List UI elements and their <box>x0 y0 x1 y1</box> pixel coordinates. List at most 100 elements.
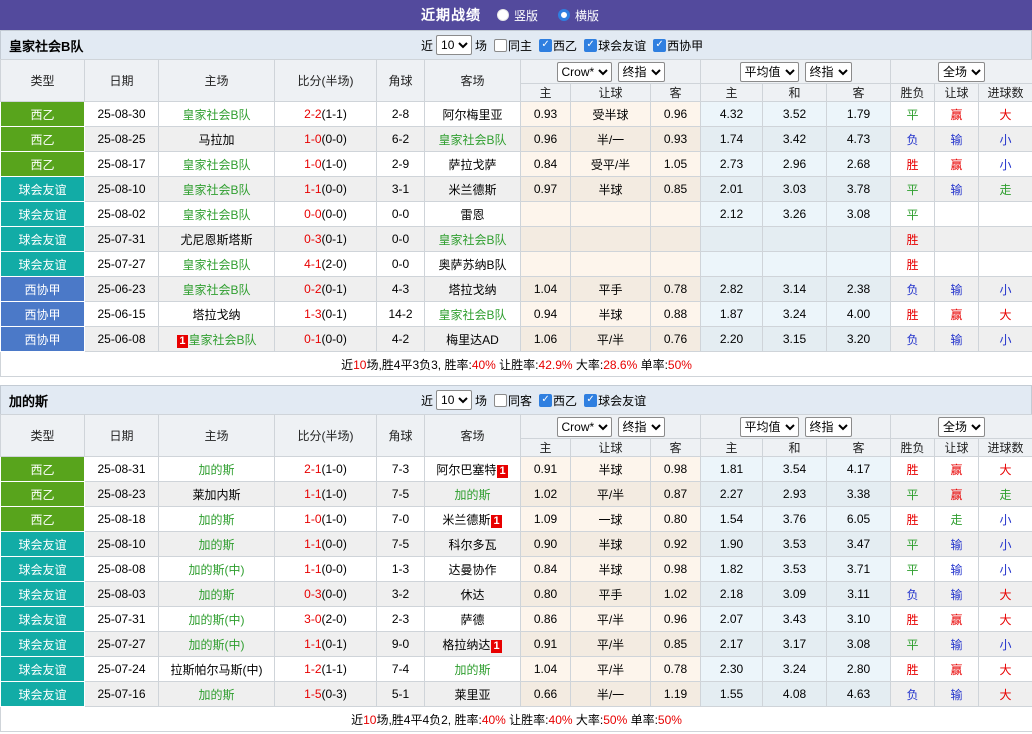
column-header: 角球 <box>376 414 425 457</box>
away-team[interactable]: 米兰德斯 <box>424 176 521 202</box>
header-select[interactable]: 终指 <box>617 416 665 437</box>
checkbox-checked-icon[interactable]: ✓ <box>584 393 598 407</box>
header-select[interactable]: Crow* <box>556 61 612 82</box>
home-team[interactable]: 加的斯(中) <box>158 606 275 632</box>
result-cell: 输 <box>934 126 980 152</box>
away-team[interactable]: 阿尔梅里亚 <box>424 101 521 127</box>
away-team[interactable]: 萨德 <box>424 606 521 632</box>
result-cell: 小 <box>978 326 1032 352</box>
home-team[interactable]: 皇家社会B队 <box>158 201 275 227</box>
match-type-badge: 西协甲 <box>0 301 85 327</box>
home-team[interactable]: 塔拉戈纳 <box>158 301 275 327</box>
checkbox-unchecked-icon[interactable] <box>494 393 508 407</box>
fulltime-score: 3-0 <box>304 612 322 626</box>
away-team[interactable]: 皇家社会B队 <box>424 226 521 252</box>
header-select[interactable]: 终指 <box>617 61 665 82</box>
away-team[interactable]: 皇家社会B队 <box>424 301 521 327</box>
filter-checkbox[interactable]: ✓ 西乙 <box>539 37 577 54</box>
away-team[interactable]: 萨拉戈萨 <box>424 151 521 177</box>
header-select[interactable]: Crow* <box>556 416 612 437</box>
halftime-score: (1-0) <box>321 487 347 501</box>
average-odds: 2.80 <box>826 656 892 682</box>
away-team[interactable]: 加的斯 <box>424 656 521 682</box>
result-cell: 小 <box>978 631 1032 657</box>
home-team[interactable]: 皇家社会B队 <box>158 151 275 177</box>
average-odds: 3.10 <box>826 606 892 632</box>
checkbox-unchecked-icon[interactable] <box>494 38 508 52</box>
home-team[interactable]: 莱加内斯 <box>158 481 275 507</box>
radio-unchecked-icon[interactable] <box>496 9 509 21</box>
recent-count-select[interactable]: 10 <box>436 35 473 55</box>
home-team[interactable]: 加的斯(中) <box>158 631 275 657</box>
match-date: 25-08-17 <box>84 151 159 177</box>
average-odds: 3.53 <box>762 531 828 557</box>
filter-checkbox[interactable]: ✓ 西乙 <box>539 392 577 409</box>
away-team[interactable]: 加的斯 <box>424 481 521 507</box>
result-cell: 胜 <box>890 226 936 252</box>
home-team[interactable]: 加的斯 <box>158 681 275 707</box>
team-name[interactable]: 加的斯 <box>9 391 48 410</box>
match-score: 2-1(1-0) <box>274 456 377 482</box>
average-odds: 6.05 <box>826 506 892 532</box>
header-select[interactable]: 平均值 <box>739 416 799 437</box>
checkbox-checked-icon[interactable]: ✓ <box>539 38 553 52</box>
away-team[interactable]: 塔拉戈纳 <box>424 276 521 302</box>
table-body: 西乙 25-08-30 皇家社会B队 2-2(1-1) 2-8 阿尔梅里亚 0.93 受半球 0… <box>0 101 1032 377</box>
home-team[interactable]: 皇家社会B队 <box>158 176 275 202</box>
result-cell: 负 <box>890 126 936 152</box>
header-select[interactable]: 全场 <box>938 416 986 437</box>
home-team[interactable]: 皇家社会B队 <box>158 101 275 127</box>
checkbox-checked-icon[interactable]: ✓ <box>539 393 553 407</box>
filter-checkbox[interactable]: ✓ 球会友谊 <box>584 37 646 54</box>
filter-checkbox[interactable]: ✓ 西协甲 <box>653 37 703 54</box>
away-team[interactable]: 休达 <box>424 581 521 607</box>
average-odds: 4.63 <box>826 681 892 707</box>
away-team[interactable]: 雷恩 <box>424 201 521 227</box>
home-team-name: 加的斯(中) <box>188 637 245 652</box>
handicap-odds: 0.85 <box>649 176 702 202</box>
home-team[interactable]: 1 皇家社会B队 <box>158 326 275 352</box>
radio-checked-icon[interactable] <box>558 9 570 21</box>
home-team[interactable]: 尤尼恩斯塔斯 <box>158 226 275 252</box>
average-odds: 1.87 <box>700 301 764 327</box>
home-team[interactable]: 加的斯(中) <box>158 556 275 582</box>
home-team[interactable]: 加的斯 <box>158 456 275 482</box>
home-team[interactable]: 加的斯 <box>158 506 275 532</box>
column-subheader: 主 <box>700 83 764 102</box>
header-select[interactable]: 全场 <box>938 61 986 82</box>
handicap-odds: 一球 <box>570 506 651 532</box>
away-team[interactable]: 梅里达AD <box>424 326 521 352</box>
layout-radio-vertical[interactable]: 竖版 <box>496 7 538 24</box>
corner-score: 9-0 <box>376 631 425 657</box>
match-row: 球会友谊 25-07-24 拉斯帕尔马斯(中) 1-2(1-1) 7-4 加的斯 1.04 平… <box>0 656 1032 682</box>
average-odds: 4.08 <box>762 681 828 707</box>
home-team[interactable]: 皇家社会B队 <box>158 276 275 302</box>
filter-checkbox[interactable]: 同主 <box>494 37 532 54</box>
away-team[interactable]: 格拉纳达 1 <box>424 631 521 657</box>
away-team[interactable]: 奥萨苏纳B队 <box>424 251 521 277</box>
header-select[interactable]: 终指 <box>804 416 852 437</box>
handicap-odds: 平/半 <box>570 481 651 507</box>
team-name[interactable]: 皇家社会B队 <box>9 36 83 55</box>
home-team[interactable]: 加的斯 <box>158 531 275 557</box>
away-team[interactable]: 阿尔巴塞特 1 <box>424 456 521 482</box>
home-team[interactable]: 皇家社会B队 <box>158 251 275 277</box>
home-team[interactable]: 拉斯帕尔马斯(中) <box>158 656 275 682</box>
match-score: 1-3(0-1) <box>274 301 377 327</box>
away-team[interactable]: 科尔多瓦 <box>424 531 521 557</box>
away-team[interactable]: 莱里亚 <box>424 681 521 707</box>
match-type-badge: 球会友谊 <box>0 681 85 707</box>
away-team[interactable]: 达曼协作 <box>424 556 521 582</box>
header-select[interactable]: 平均值 <box>739 61 799 82</box>
away-team[interactable]: 米兰德斯 1 <box>424 506 521 532</box>
home-team[interactable]: 加的斯 <box>158 581 275 607</box>
header-select[interactable]: 终指 <box>804 61 852 82</box>
filter-checkbox[interactable]: 同客 <box>494 392 532 409</box>
recent-count-select[interactable]: 10 <box>436 390 473 410</box>
layout-radio-horizontal[interactable]: 横版 <box>558 7 599 24</box>
filter-checkbox[interactable]: ✓ 球会友谊 <box>584 392 646 409</box>
home-team[interactable]: 马拉加 <box>158 126 275 152</box>
away-team[interactable]: 皇家社会B队 <box>424 126 521 152</box>
checkbox-checked-icon[interactable]: ✓ <box>653 38 667 52</box>
checkbox-checked-icon[interactable]: ✓ <box>584 38 598 52</box>
